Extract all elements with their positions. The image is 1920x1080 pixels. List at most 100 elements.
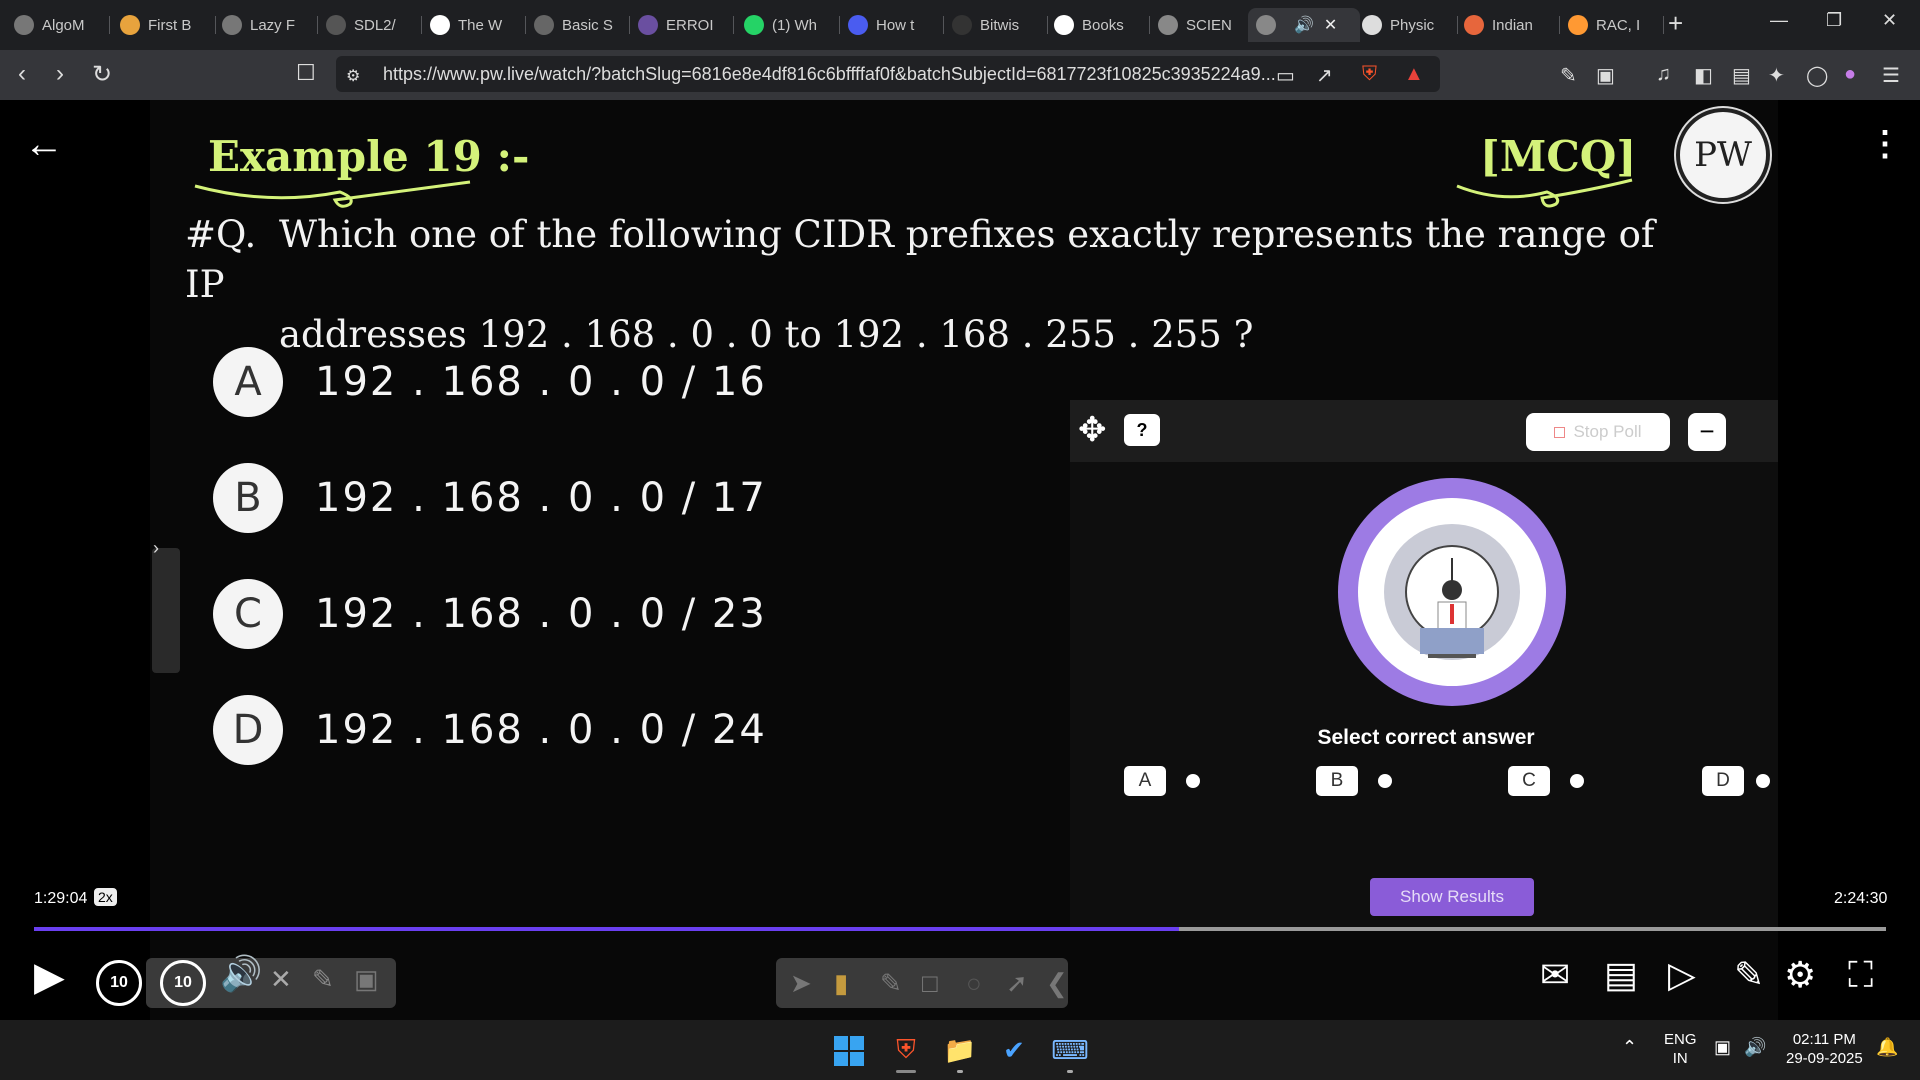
tab-4[interactable]: The W: [430, 8, 526, 42]
minimize-poll-button[interactable]: −: [1688, 413, 1726, 451]
speaker-icon[interactable]: 🔊: [1744, 1038, 1766, 1057]
tab-label: How t: [876, 16, 915, 34]
tab-11[interactable]: SCIEN: [1158, 8, 1254, 42]
network-icon[interactable]: ▣: [1714, 1038, 1731, 1057]
highlighter-icon[interactable]: ▮: [834, 968, 848, 999]
tab-14[interactable]: Indian: [1464, 8, 1560, 42]
stop-poll-button[interactable]: Stop Poll: [1526, 413, 1670, 451]
openai-icon: [222, 15, 242, 35]
windows-start-icon[interactable]: [834, 1036, 864, 1066]
tab-9[interactable]: Bitwis: [952, 8, 1048, 42]
media-icon[interactable]: ♫: [1656, 63, 1671, 86]
back-icon[interactable]: ‹: [18, 60, 26, 88]
notification-bell-icon[interactable]: 🔔: [1876, 1038, 1898, 1057]
side-panel-handle[interactable]: [152, 548, 180, 673]
tab-10[interactable]: Books: [1054, 8, 1150, 42]
tab-label: The W: [458, 16, 503, 34]
wallet-icon[interactable]: ▤: [1732, 63, 1751, 88]
profile-icon[interactable]: ●: [1844, 63, 1856, 86]
radio-icon[interactable]: [1756, 774, 1770, 788]
cursor-icon[interactable]: ➤: [790, 968, 812, 999]
tab-13[interactable]: Physic: [1362, 8, 1458, 42]
settings-gear-icon[interactable]: ⚙: [1784, 954, 1816, 996]
close-tab-icon[interactable]: ✕: [1324, 15, 1337, 35]
bookmark-icon[interactable]: ☐: [296, 60, 316, 86]
tab-8[interactable]: How t: [848, 8, 944, 42]
tool-icon[interactable]: ✎: [312, 964, 334, 995]
brave-browser-icon[interactable]: ⛨: [886, 1030, 926, 1070]
reader-icon[interactable]: ▣: [1596, 63, 1615, 88]
arrow-icon[interactable]: ❮: [1046, 968, 1068, 999]
move-icon[interactable]: ✥: [1078, 410, 1107, 450]
rectangle-icon[interactable]: □: [922, 968, 938, 999]
poll-choice-d[interactable]: D: [1702, 766, 1770, 796]
tool-icon[interactable]: ✕: [270, 964, 292, 995]
help-icon[interactable]: ?: [1124, 414, 1160, 446]
lightning-icon: [120, 15, 140, 35]
forward-10-icon[interactable]: 10: [160, 960, 206, 1006]
extensions-icon[interactable]: ✎: [1560, 63, 1577, 88]
mcq-tag: [MCQ]: [1480, 132, 1637, 181]
reload-icon[interactable]: ↻: [92, 60, 112, 89]
chevron-right-icon[interactable]: ›: [153, 538, 159, 559]
tab-separator: [1047, 16, 1048, 34]
speed-badge[interactable]: 2x: [94, 888, 117, 906]
tab-6[interactable]: ERROI: [638, 8, 734, 42]
progress-bar[interactable]: [34, 927, 1886, 931]
volume-icon[interactable]: 🔊: [220, 954, 262, 994]
tab-audio-icon[interactable]: 🔊: [1294, 15, 1314, 35]
fullscreen-icon[interactable]: ⛶: [1848, 954, 1873, 997]
play-icon[interactable]: ▶: [34, 954, 65, 1000]
leo-icon[interactable]: ✦: [1768, 63, 1785, 88]
show-hidden-icons-icon[interactable]: ⌃: [1622, 1038, 1637, 1057]
forward-icon[interactable]: ›: [56, 60, 64, 88]
brave-rewards-icon[interactable]: ▲: [1404, 63, 1424, 86]
show-results-button[interactable]: Show Results: [1370, 878, 1534, 916]
menu-icon[interactable]: ☰: [1882, 63, 1900, 88]
back-arrow-icon[interactable]: ←: [24, 122, 64, 167]
radio-icon[interactable]: [1570, 774, 1584, 788]
tab-0[interactable]: AlgoM: [14, 8, 110, 42]
url-text[interactable]: https://www.pw.live/watch/?batchSlug=681…: [383, 64, 1276, 85]
site-settings-icon[interactable]: ⚙: [346, 66, 360, 86]
poll-choice-b[interactable]: B: [1316, 766, 1392, 796]
close-window-icon[interactable]: ✕: [1882, 10, 1897, 31]
notes-icon[interactable]: ✎: [1734, 954, 1764, 996]
tab-separator: [1149, 16, 1150, 34]
translate-icon[interactable]: ▤: [1604, 954, 1638, 996]
keyboard-icon[interactable]: ⌨: [1050, 1030, 1090, 1070]
radio-icon[interactable]: [1378, 774, 1392, 788]
poll-choice-a[interactable]: A: [1124, 766, 1200, 796]
playlist-icon[interactable]: ▷: [1668, 954, 1696, 996]
radio-icon[interactable]: [1186, 774, 1200, 788]
poll-choice-c[interactable]: C: [1508, 766, 1584, 796]
tool-icon[interactable]: ▣: [354, 964, 379, 995]
clock[interactable]: 02:11 PM 29-09-2025: [1786, 1030, 1863, 1068]
tab-3[interactable]: SDL2/: [326, 8, 422, 42]
sdl-icon: [326, 15, 346, 35]
chat-icon[interactable]: ✉: [1540, 954, 1570, 996]
tab-12[interactable]: 🔊 ✕: [1248, 8, 1360, 42]
tab-5[interactable]: Basic S: [534, 8, 630, 42]
rewind-10-icon[interactable]: 10: [96, 960, 142, 1006]
share-icon[interactable]: ↗: [1316, 63, 1333, 88]
brave-shield-icon[interactable]: ⛨: [1362, 63, 1377, 86]
sidebar-icon[interactable]: ◧: [1694, 63, 1713, 88]
new-tab-button[interactable]: +: [1668, 8, 1683, 39]
minimize-window-icon[interactable]: —: [1770, 10, 1788, 31]
language-code: ENG: [1664, 1031, 1697, 1048]
tab-2[interactable]: Lazy F: [222, 8, 318, 42]
language-indicator[interactable]: ENG IN: [1664, 1030, 1697, 1068]
file-explorer-icon[interactable]: 📁: [940, 1030, 980, 1070]
todo-icon[interactable]: ✔: [994, 1030, 1034, 1070]
restore-window-icon[interactable]: ❐: [1826, 10, 1842, 31]
laser-icon[interactable]: ➚: [1006, 968, 1028, 999]
eraser-icon[interactable]: ○: [966, 968, 982, 999]
pen-icon[interactable]: ✎: [880, 968, 902, 999]
vpn-icon[interactable]: ◯: [1806, 63, 1828, 88]
tab-7[interactable]: (1) Wh: [744, 8, 840, 42]
cast-icon[interactable]: ▭: [1276, 63, 1295, 88]
more-options-icon[interactable]: ⋮: [1868, 124, 1902, 164]
tab-15[interactable]: RAC, I: [1568, 8, 1664, 42]
tab-1[interactable]: First B: [120, 8, 216, 42]
